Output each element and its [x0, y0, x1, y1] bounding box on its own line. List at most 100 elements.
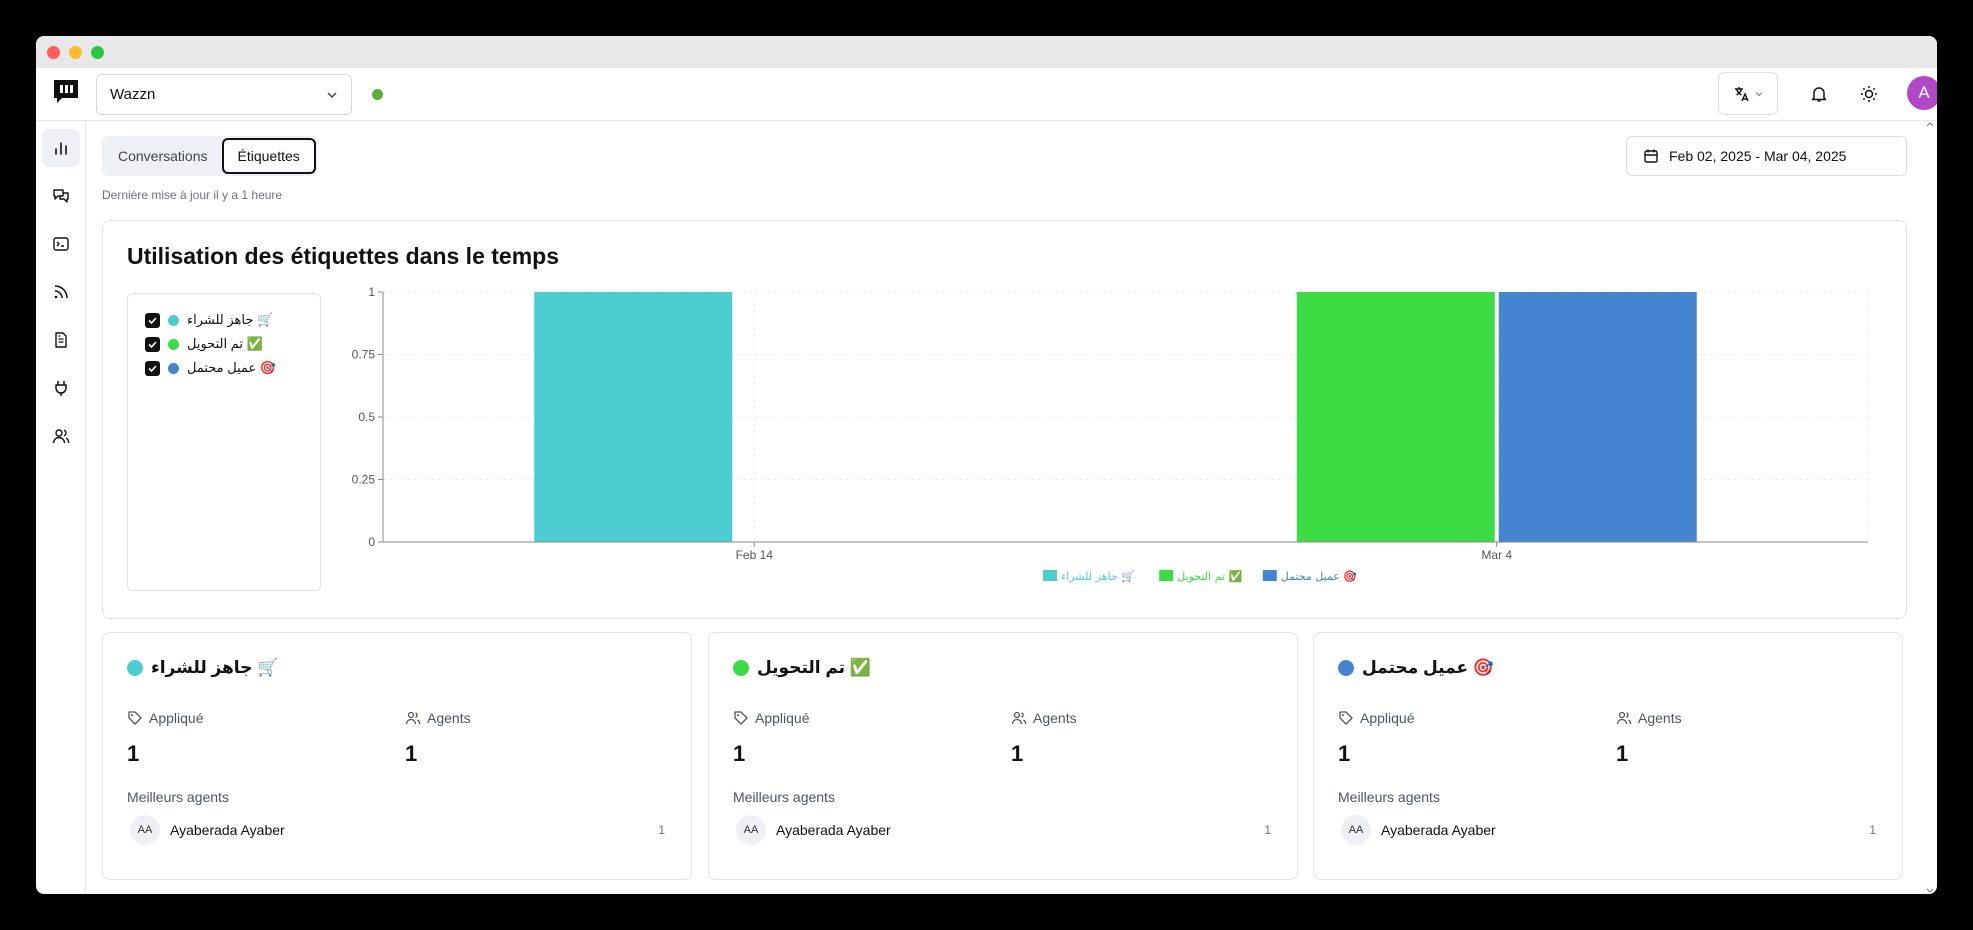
filter-item[interactable]: جاهز للشراء 🛒	[145, 308, 320, 332]
label-card-title: جاهز للشراء 🛒	[127, 658, 278, 678]
agents-count: 1	[1616, 741, 1629, 766]
label-color-dot	[127, 660, 143, 676]
main-content: Conversations Étiquettes Dernière mise à…	[87, 121, 1937, 894]
checkbox[interactable]	[145, 336, 160, 352]
x-tick-label: Feb 14	[736, 548, 774, 562]
label-usage-chart-card: Utilisation des étiquettes dans le temps…	[102, 220, 1907, 619]
y-tick-label: 1	[368, 287, 375, 299]
label-card-title: عميل محتمل 🎯	[1338, 658, 1494, 678]
rss-icon	[54, 285, 68, 299]
applied-label: Appliqué	[1360, 710, 1415, 726]
agent-name: Ayaberada Ayaber	[1381, 822, 1496, 838]
filter-label: تم التحويل ✅	[187, 336, 263, 351]
label-card: جاهز للشراء 🛒 Appliqué Agents 1 1 Meille…	[102, 632, 692, 880]
checkbox[interactable]	[145, 312, 160, 328]
label-color-dot	[733, 660, 749, 676]
app-logo-icon[interactable]	[51, 77, 81, 107]
chart-title: Utilisation des étiquettes dans le temps	[127, 243, 559, 269]
y-tick-label: 0	[368, 535, 375, 549]
notifications-button[interactable]	[1803, 78, 1835, 110]
y-tick-label: 0.5	[358, 410, 375, 424]
top-agent-row: AA Ayaberada Ayaber 1	[1341, 815, 1876, 845]
plug-icon	[55, 381, 67, 396]
agents-label: Agents	[427, 710, 471, 726]
label-usage-bar-chart: 0 0.25 0.5 0.75 1 Feb 14 Mar 4 جاهز للشراء 🛒 تم …	[352, 287, 1869, 583]
maximize-window-button[interactable]	[91, 45, 104, 59]
chart-bar	[1296, 292, 1495, 542]
label-card: تم التحويل ✅ Appliqué Agents 1 1 Meilleu…	[708, 632, 1298, 880]
users-icon	[1616, 711, 1632, 725]
title-bar	[36, 36, 1937, 68]
applied-count: 1	[127, 741, 140, 766]
calendar-icon	[1644, 149, 1658, 163]
agent-count: 1	[1264, 823, 1271, 837]
label-card: عميل محتمل 🎯 Appliqué Agents 1 1 Meilleu…	[1313, 632, 1903, 880]
filter-item[interactable]: تم التحويل ✅	[145, 332, 320, 356]
filter-label: عميل محتمل 🎯	[187, 360, 277, 375]
chart-bar	[534, 292, 733, 542]
sidebar-item-team[interactable]	[42, 417, 80, 455]
filter-label: جاهز للشراء 🛒	[187, 312, 274, 327]
agents-metric-label: Agents	[405, 710, 471, 726]
user-avatar[interactable]: A	[1907, 76, 1937, 110]
checkbox[interactable]	[145, 360, 160, 376]
bar-chart-icon	[55, 142, 67, 155]
top-agent-row: AA Ayaberada Ayaber 1	[130, 815, 665, 845]
applied-metric-label: Appliqué	[733, 710, 810, 726]
label-card-title: تم التحويل ✅	[733, 658, 871, 678]
legend-label: تم التحويل ✅	[1177, 570, 1242, 583]
agents-metric-label: Agents	[1616, 710, 1682, 726]
legend-swatch	[1262, 570, 1277, 581]
y-tick-label: 0.75	[352, 348, 376, 362]
agent-avatar: AA	[130, 815, 160, 845]
users-icon	[1011, 711, 1027, 725]
close-window-button[interactable]	[47, 45, 60, 59]
top-agents-heading: Meilleurs agents	[733, 789, 835, 805]
label-name: جاهز للشراء 🛒	[151, 658, 279, 677]
sidebar-item-conversations[interactable]	[42, 177, 80, 215]
legend-label: عميل محتمل 🎯	[1281, 570, 1358, 583]
agents-count: 1	[405, 741, 418, 766]
sidebar-item-integrations[interactable]	[42, 369, 80, 407]
app-window: Wazzn A Conversations Étiquettes Dernièr…	[36, 36, 1937, 894]
chevron-down-icon	[1755, 91, 1763, 96]
bell-icon	[1811, 87, 1827, 102]
check-icon	[148, 316, 157, 324]
applied-label: Appliqué	[755, 710, 810, 726]
applied-label: Appliqué	[149, 710, 204, 726]
language-button[interactable]	[1718, 72, 1778, 115]
sidebar-item-terminal[interactable]	[42, 225, 80, 263]
applied-count: 1	[1338, 741, 1351, 766]
agent-name: Ayaberada Ayaber	[170, 822, 285, 838]
translate-icon	[1735, 86, 1749, 101]
applied-count: 1	[733, 741, 746, 766]
terminal-icon	[53, 237, 69, 251]
top-agent-row: AA Ayaberada Ayaber 1	[736, 815, 1271, 845]
tab-labels[interactable]: Étiquettes	[221, 138, 316, 174]
legend-swatch	[1043, 570, 1057, 581]
agent-count: 1	[1869, 823, 1876, 837]
agent-avatar: AA	[736, 815, 766, 845]
check-icon	[148, 364, 157, 372]
users-icon	[405, 711, 421, 725]
tab-conversations[interactable]: Conversations	[104, 138, 222, 174]
legend-label: جاهز للشراء 🛒	[1061, 570, 1135, 583]
label-color-dot	[168, 314, 179, 326]
scrollbar[interactable]	[1926, 121, 1934, 894]
applied-metric-label: Appliqué	[1338, 710, 1415, 726]
agent-count: 1	[658, 823, 665, 837]
y-tick-label: 0.25	[352, 473, 376, 487]
sidebar-item-reports[interactable]	[42, 129, 80, 167]
last-updated-text: Dernière mise à jour il y a 1 heure	[102, 188, 283, 202]
workspace-name: Wazzn	[110, 86, 156, 103]
label-name: تم التحويل ✅	[757, 658, 871, 677]
date-range-picker[interactable]: Feb 02, 2025 - Mar 04, 2025	[1626, 136, 1907, 176]
sidebar-item-documents[interactable]	[42, 321, 80, 359]
sidebar-item-feeds[interactable]	[42, 273, 80, 311]
minimize-window-button[interactable]	[69, 45, 82, 59]
workspace-selector[interactable]: Wazzn	[96, 74, 352, 115]
filter-item[interactable]: عميل محتمل 🎯	[145, 356, 320, 380]
label-filter-list: جاهز للشراء 🛒 تم التحويل ✅ عميل محتمل 🎯	[127, 293, 321, 591]
users-icon	[52, 429, 70, 444]
theme-toggle-button[interactable]	[1853, 78, 1885, 110]
